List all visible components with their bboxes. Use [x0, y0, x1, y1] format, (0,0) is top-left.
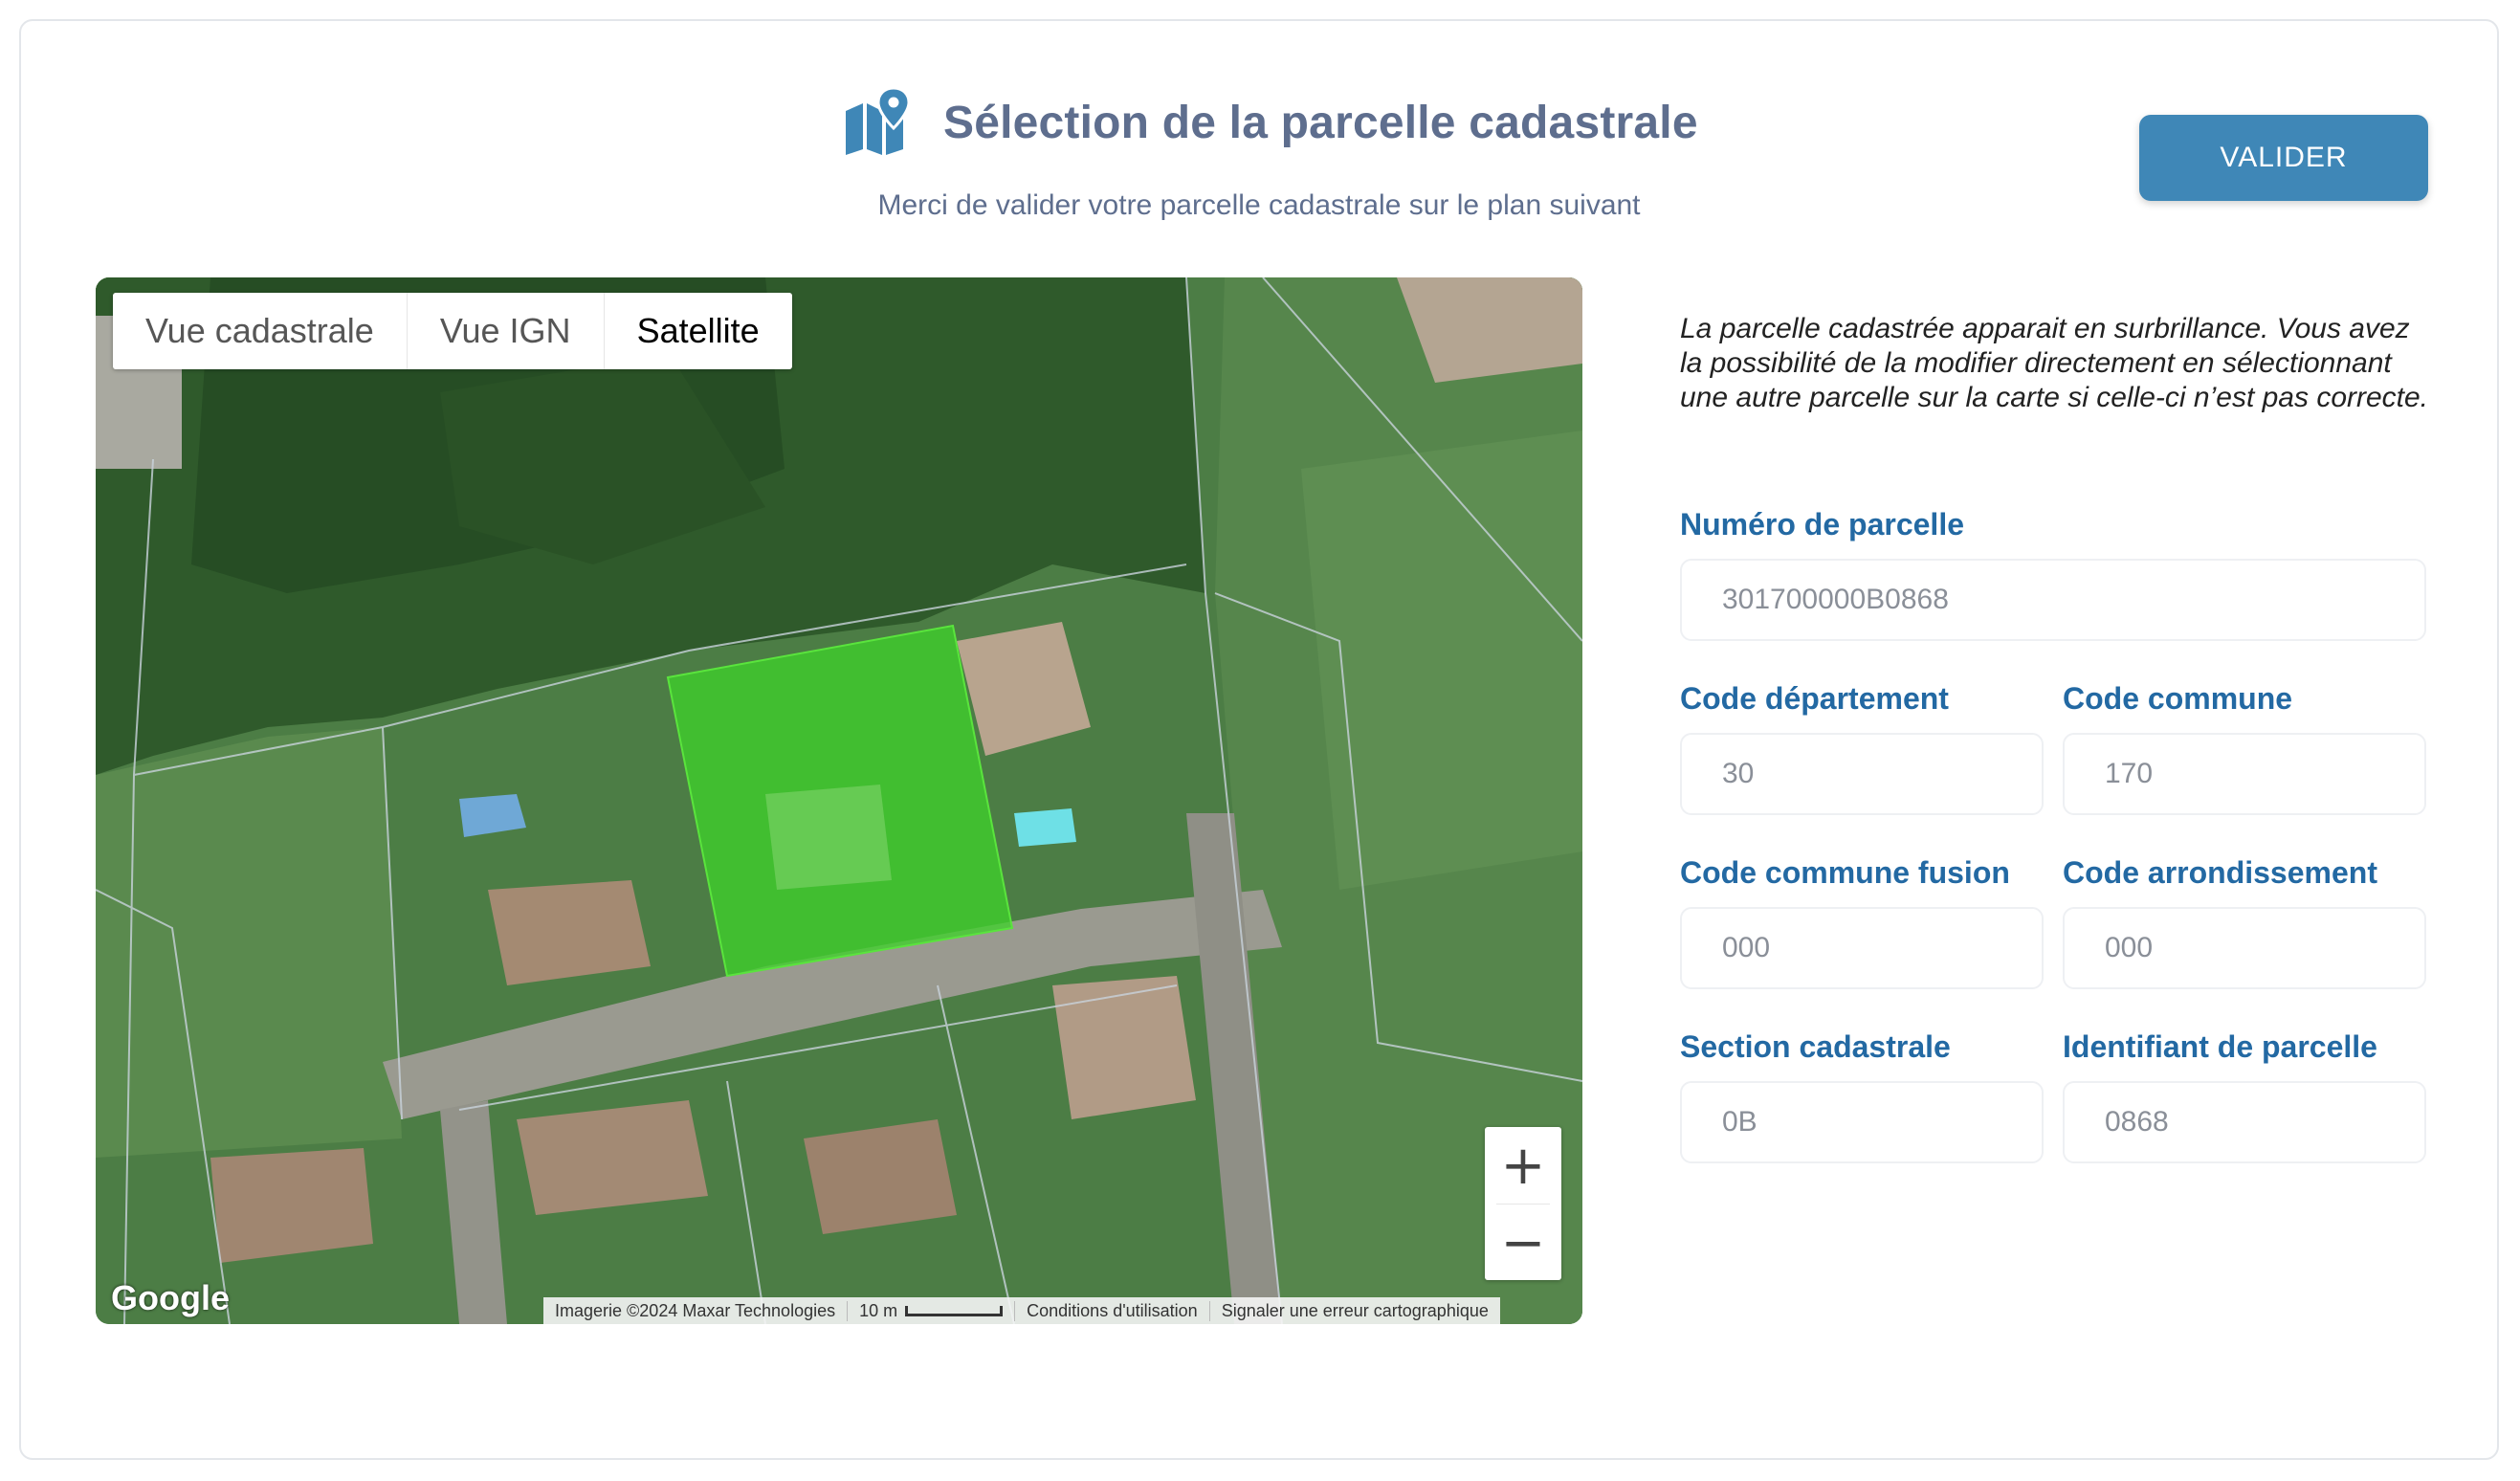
section-label: Section cadastrale	[1680, 1029, 1951, 1064]
tab-satellite[interactable]: Satellite	[605, 293, 792, 369]
numero-label: Numéro de parcelle	[1680, 507, 1964, 542]
commune-field[interactable]: 170	[2063, 733, 2426, 815]
tab-vue-cadastrale[interactable]: Vue cadastrale	[113, 293, 408, 369]
instructions-text: La parcelle cadastrée apparait en surbri…	[1680, 313, 2429, 413]
header: Sélection de la parcelle cadastrale	[842, 84, 1698, 161]
satellite-imagery	[96, 277, 1582, 1324]
identifiant-field[interactable]: 0868	[2063, 1081, 2426, 1163]
zoom-in-button[interactable]: +	[1485, 1127, 1561, 1204]
zoom-control: + −	[1485, 1127, 1561, 1280]
google-logo: Google	[111, 1278, 230, 1317]
departement-field[interactable]: 30	[1680, 733, 2044, 815]
scale-label: 10 m	[859, 1300, 898, 1320]
scale-bar	[905, 1306, 1004, 1317]
satellite-map[interactable]: Vue cadastrale Vue IGN Satellite + − Goo…	[96, 277, 1582, 1324]
page-subtitle: Merci de valider votre parcelle cadastra…	[877, 189, 1641, 221]
tab-vue-ign[interactable]: Vue IGN	[408, 293, 605, 369]
commune-label: Code commune	[2063, 681, 2293, 716]
report-error-link[interactable]: Signaler une erreur cartographique	[1210, 1301, 1500, 1321]
numero-field[interactable]: 301700000B0868	[1680, 559, 2426, 641]
commune-fusion-label: Code commune fusion	[1680, 855, 2010, 890]
map-attribution: Imagerie ©2024 Maxar Technologies 10 m C…	[543, 1297, 1500, 1324]
valider-button[interactable]: VALIDER	[2139, 115, 2428, 201]
map-type-switcher: Vue cadastrale Vue IGN Satellite	[113, 293, 792, 369]
identifiant-label: Identifiant de parcelle	[2063, 1029, 2377, 1064]
map-pin-icon	[846, 86, 911, 155]
departement-label: Code département	[1680, 681, 1949, 716]
imagery-credit: Imagerie ©2024 Maxar Technologies	[543, 1300, 849, 1321]
scale-indicator[interactable]: 10 m	[848, 1300, 1016, 1321]
page-title: Sélection de la parcelle cadastrale	[943, 97, 1698, 148]
commune-fusion-field[interactable]: 000	[1680, 907, 2044, 989]
arrondissement-field[interactable]: 000	[2063, 907, 2426, 989]
section-field[interactable]: 0B	[1680, 1081, 2044, 1163]
zoom-out-button[interactable]: −	[1485, 1205, 1561, 1281]
terms-link[interactable]: Conditions d'utilisation	[1015, 1300, 1210, 1321]
arrondissement-label: Code arrondissement	[2063, 855, 2377, 890]
